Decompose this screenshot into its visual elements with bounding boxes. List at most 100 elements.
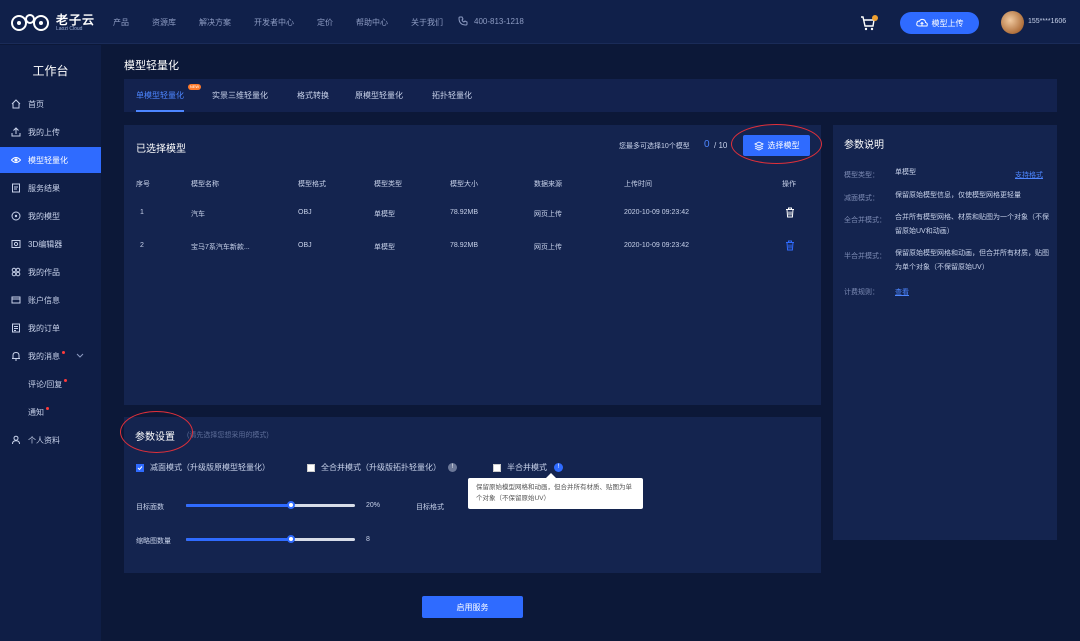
col-header-format: 模型格式 <box>298 181 326 188</box>
tab-original-model[interactable]: 原模型轻量化 <box>355 90 403 101</box>
unread-dot <box>62 350 65 354</box>
sidebar-item-label: 服务结果 <box>28 183 60 193</box>
sidebar-item-label: 我的作品 <box>28 267 60 277</box>
col-header-name: 模型名称 <box>191 181 219 188</box>
sidebar-item-label: 我的模型 <box>28 211 60 221</box>
new-badge: NEW <box>188 84 201 90</box>
eye-icon <box>11 157 21 163</box>
target-faces-value: 20% <box>366 502 381 509</box>
nav-item-resources[interactable]: 资源库 <box>152 17 176 28</box>
nav-item-pricing[interactable]: 定价 <box>317 17 333 28</box>
delete-icon[interactable] <box>785 207 795 218</box>
thumbnail-count-slider[interactable] <box>186 535 355 543</box>
username[interactable]: 155****1606 <box>1028 18 1066 25</box>
tooltip: 保留原始模型网格和动画，但合并所有材质、贴图为单个对象（不保留原始UV） <box>468 473 643 509</box>
cart-button[interactable] <box>860 15 878 31</box>
main-nav: 产品 资源库 解决方案 开发者中心 定价 帮助中心 关于我们 <box>113 17 466 28</box>
selection-count: 0 <box>704 139 710 150</box>
check-icon <box>137 465 143 470</box>
nav-item-developers[interactable]: 开发者中心 <box>254 17 294 28</box>
editor-icon <box>11 240 21 248</box>
upload-label: 模型上传 <box>931 18 964 28</box>
nav-item-about[interactable]: 关于我们 <box>411 17 443 28</box>
desc-key-model-type: 模型类型： <box>844 172 879 179</box>
row1-type: 单模型 <box>374 211 395 218</box>
info-icon[interactable]: ! <box>554 463 563 472</box>
col-header-source: 数据来源 <box>534 181 562 188</box>
upload-icon <box>11 127 21 137</box>
view-billing-link[interactable]: 查看 <box>895 287 909 297</box>
col-header-action: 操作 <box>782 181 796 188</box>
info-icon[interactable]: ! <box>448 463 457 472</box>
desc-key-full-merge: 全合并模式： <box>844 217 886 224</box>
desc-val-reduce: 保留原始模型信息，仅使模型网格更轻量 <box>895 192 1021 199</box>
chevron-down-icon[interactable] <box>76 353 84 359</box>
tab-reality-3d[interactable]: 实景三维轻量化 <box>212 90 268 101</box>
annotation-circle <box>120 411 193 453</box>
page-title: 模型轻量化 <box>124 60 179 72</box>
avatar[interactable] <box>1001 11 1024 34</box>
apply-service-button[interactable]: 启用服务 <box>422 596 523 618</box>
mode-reduce-checkbox[interactable]: 减面模式（升级版原模型轻量化） <box>136 462 270 473</box>
annotation-circle <box>731 124 822 164</box>
checkbox-checked[interactable] <box>136 463 144 472</box>
tab-single-model[interactable]: 单模型轻量化 <box>136 90 184 112</box>
sidebar-item-3d-editor[interactable]: 3D编辑器 <box>0 231 101 257</box>
nav-item-products[interactable]: 产品 <box>113 17 129 28</box>
description-title: 参数说明 <box>844 140 884 151</box>
sidebar-item-lightweight[interactable]: 模型轻量化 <box>0 147 101 173</box>
slider-handle[interactable] <box>286 535 295 543</box>
tab-topology[interactable]: 拓扑轻量化 <box>432 90 472 101</box>
row2-source: 网页上传 <box>534 244 562 251</box>
sidebar-item-label: 模型轻量化 <box>28 155 68 165</box>
selection-limit-text: 您最多可选择10个模型 <box>619 143 690 150</box>
sidebar-item-my-models[interactable]: 我的模型 <box>0 203 101 229</box>
sidebar-item-notifications[interactable]: 通知 <box>0 399 101 425</box>
card-icon <box>11 296 21 304</box>
sidebar-item-home[interactable]: 首页 <box>0 91 101 117</box>
sidebar-item-works[interactable]: 我的作品 <box>0 259 101 285</box>
tab-bar: 单模型轻量化 实景三维轻量化 格式转换 原模型轻量化 拓扑轻量化 <box>124 79 1057 112</box>
row1-source: 网页上传 <box>534 211 562 218</box>
desc-val-half-merge: 保留原始模型网格和动画，但合并所有材质，贴图为单个对象（不保留原始UV） <box>895 250 1049 271</box>
tab-format-convert[interactable]: 格式转换 <box>297 90 329 101</box>
row1-format: OBJ <box>298 209 312 216</box>
sidebar-item-label: 账户信息 <box>28 295 60 305</box>
phone-icon <box>458 16 468 26</box>
row2-type: 单模型 <box>374 244 395 251</box>
sidebar-item-label: 首页 <box>28 99 44 109</box>
sidebar-item-orders[interactable]: 我的订单 <box>0 315 101 341</box>
selected-models-panel <box>124 125 821 405</box>
mode-half-merge-checkbox[interactable]: 半合并模式 ! <box>493 462 563 473</box>
phone-text: 400-813-1218 <box>474 16 524 26</box>
desc-val-full-merge: 合并所有模型网格、材质和贴图为一个对象（不保留原始UV和动画） <box>895 214 1049 235</box>
sidebar-item-label: 我的订单 <box>28 323 60 333</box>
supported-formats-link[interactable]: 支持格式 <box>1015 170 1043 180</box>
target-faces-label: 目标面数 <box>136 504 164 511</box>
nav-item-help[interactable]: 帮助中心 <box>356 17 388 28</box>
sidebar-item-messages[interactable]: 我的消息 <box>0 343 101 369</box>
sidebar-item-comments[interactable]: 评论/回复 <box>0 371 101 397</box>
col-header-size: 模型大小 <box>450 181 478 188</box>
col-header-index: 序号 <box>136 181 150 188</box>
checkbox-unchecked[interactable] <box>307 463 315 472</box>
mode-full-merge-checkbox[interactable]: 全合并模式（升级版拓扑轻量化） ! <box>307 462 457 473</box>
sidebar-title: 工作台 <box>32 64 69 78</box>
sidebar-item-profile[interactable]: 个人资料 <box>0 427 101 453</box>
target-faces-slider[interactable] <box>186 501 355 509</box>
sidebar-item-uploads[interactable]: 我的上传 <box>0 119 101 145</box>
sidebar-item-results[interactable]: 服务结果 <box>0 175 101 201</box>
nav-item-solutions[interactable]: 解决方案 <box>199 17 231 28</box>
sidebar-item-account[interactable]: 账户信息 <box>0 287 101 313</box>
delete-icon[interactable] <box>785 240 795 251</box>
model-upload-button[interactable]: 模型上传 <box>900 12 979 34</box>
slider-handle[interactable] <box>286 501 295 509</box>
doc-icon <box>12 183 20 193</box>
logo-rings-icon <box>11 14 49 31</box>
desc-key-reduce: 减面模式： <box>844 195 879 202</box>
row2-time: 2020-10-09 09:23:42 <box>624 242 689 249</box>
sidebar-item-label: 评论/回复 <box>28 379 63 389</box>
unread-dot <box>46 406 49 410</box>
checkbox-unchecked[interactable] <box>493 463 501 472</box>
logo[interactable]: 老子云 Laozi Cloud <box>10 9 96 35</box>
